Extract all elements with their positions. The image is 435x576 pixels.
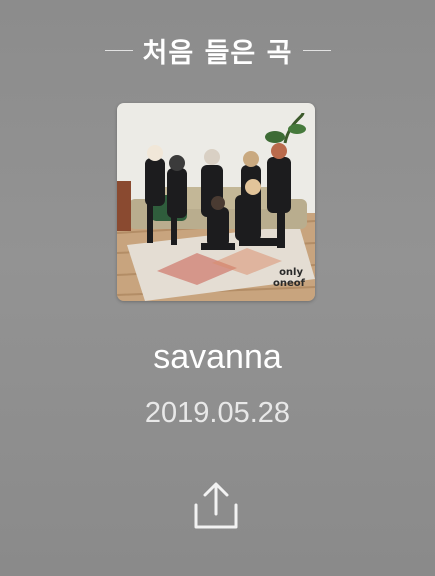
track-title: savanna [153, 338, 282, 376]
share-upload-icon [194, 482, 238, 529]
card-header: 처음 들은 곡 [0, 30, 435, 70]
svg-text:only: only [279, 267, 303, 278]
header-right-rule [302, 49, 331, 51]
first-listened-song-card: 처음 들은 곡 only oneof savanna 2019.05.28 [0, 0, 435, 576]
svg-text:oneof: oneof [273, 278, 306, 289]
header-left-rule [104, 49, 133, 51]
share-button[interactable] [188, 480, 244, 532]
track-date: 2019.05.28 [144, 397, 291, 429]
album-cover-image: only oneof [117, 103, 315, 301]
card-title: 처음 들은 곡 [142, 37, 293, 69]
